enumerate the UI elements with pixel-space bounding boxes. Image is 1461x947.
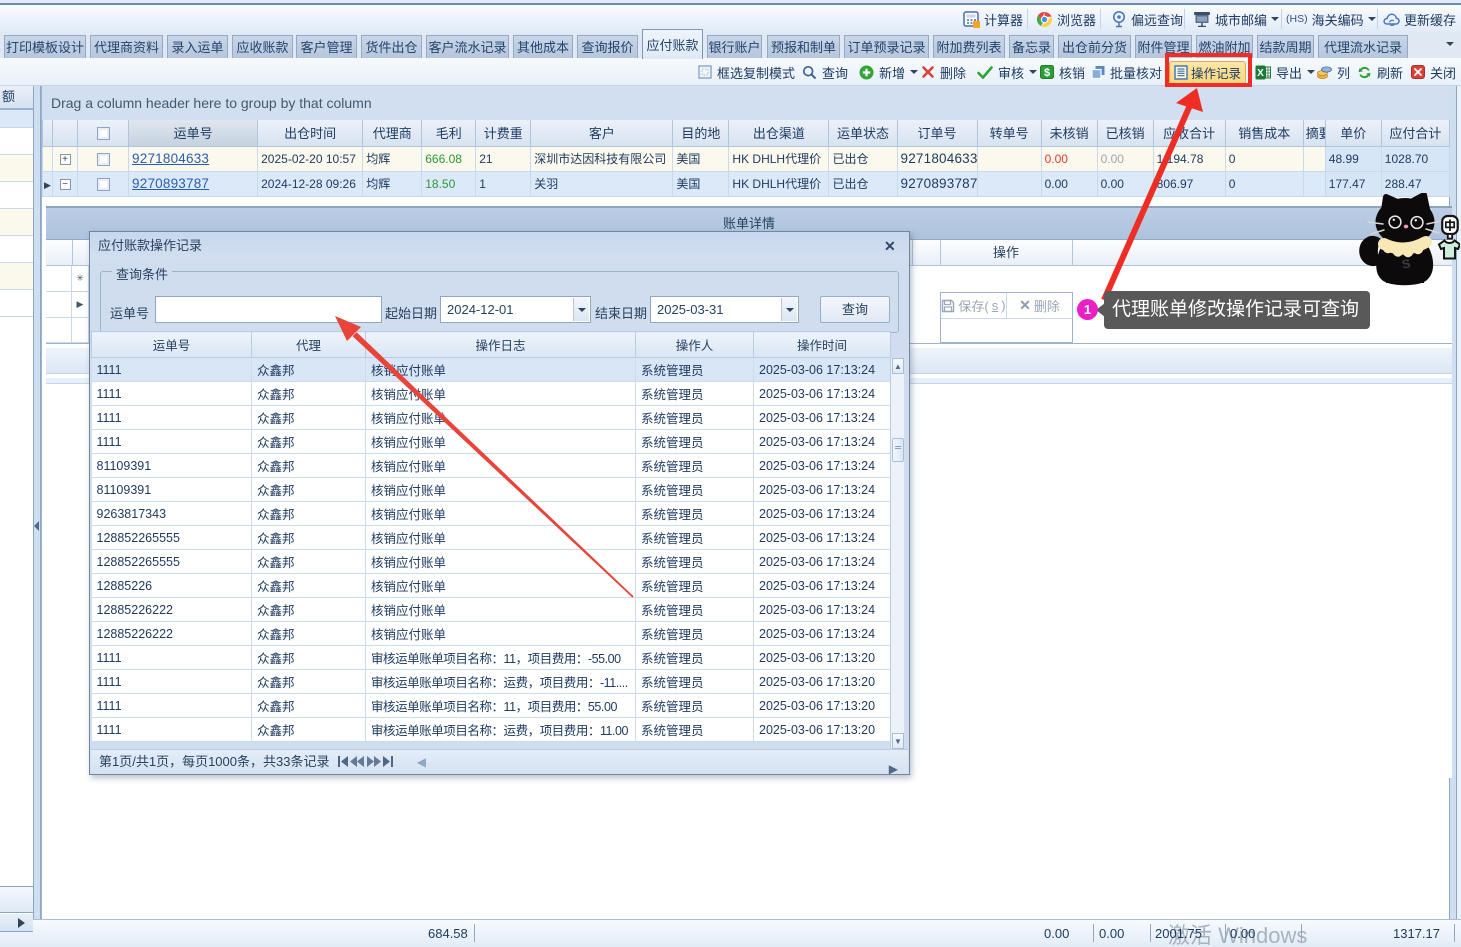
svg-text:X: X (1257, 68, 1264, 79)
svg-text:$: $ (1044, 67, 1050, 79)
